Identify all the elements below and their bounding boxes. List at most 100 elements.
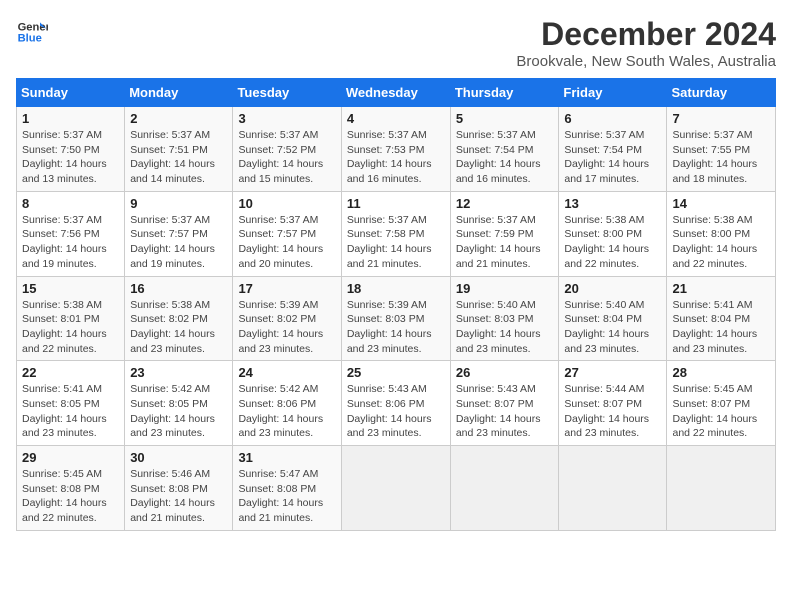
- day-detail: Sunrise: 5:38 AMSunset: 8:02 PMDaylight:…: [130, 298, 227, 357]
- calendar-title: December 2024: [516, 16, 776, 53]
- calendar-cell: 18Sunrise: 5:39 AMSunset: 8:03 PMDayligh…: [341, 276, 450, 361]
- day-number: 6: [564, 111, 661, 126]
- day-detail: Sunrise: 5:39 AMSunset: 8:02 PMDaylight:…: [238, 298, 335, 357]
- day-detail: Sunrise: 5:45 AMSunset: 8:07 PMDaylight:…: [672, 382, 770, 441]
- day-detail: Sunrise: 5:40 AMSunset: 8:04 PMDaylight:…: [564, 298, 661, 357]
- day-detail: Sunrise: 5:47 AMSunset: 8:08 PMDaylight:…: [238, 467, 335, 526]
- header-thursday: Thursday: [450, 79, 559, 107]
- calendar-cell: 13 Sunrise: 5:38 AMSunset: 8:00 PMDayligh…: [559, 191, 667, 276]
- header-tuesday: Tuesday: [233, 79, 341, 107]
- calendar-cell: [667, 446, 776, 531]
- calendar-cell: 30Sunrise: 5:46 AMSunset: 8:08 PMDayligh…: [125, 446, 233, 531]
- day-number: 15: [22, 281, 119, 296]
- logo: General Blue: [16, 16, 48, 48]
- calendar-header: Sunday Monday Tuesday Wednesday Thursday…: [17, 79, 776, 107]
- header-monday: Monday: [125, 79, 233, 107]
- header: General Blue December 2024 Brookvale, Ne…: [16, 16, 776, 70]
- header-sunday: Sunday: [17, 79, 125, 107]
- day-number: 20: [564, 281, 661, 296]
- calendar-cell: 1Sunrise: 5:37 AMSunset: 7:50 PMDaylight…: [17, 107, 125, 192]
- day-number: 26: [456, 365, 554, 380]
- day-detail: Sunrise: 5:37 AMSunset: 7:52 PMDaylight:…: [238, 128, 335, 187]
- day-number: 31: [238, 450, 335, 465]
- calendar-table: Sunday Monday Tuesday Wednesday Thursday…: [16, 78, 776, 531]
- calendar-cell: 31 Sunrise: 5:47 AMSunset: 8:08 PMDayligh…: [233, 446, 341, 531]
- calendar-cell: 20 Sunrise: 5:40 AMSunset: 8:04 PMDayligh…: [559, 276, 667, 361]
- calendar-cell: [559, 446, 667, 531]
- calendar-cell: 10 Sunrise: 5:37 AMSunset: 7:57 PMDayligh…: [233, 191, 341, 276]
- calendar-cell: 17 Sunrise: 5:39 AMSunset: 8:02 PMDayligh…: [233, 276, 341, 361]
- svg-text:General: General: [18, 21, 48, 33]
- day-detail: Sunrise: 5:46 AMSunset: 8:08 PMDaylight:…: [130, 467, 227, 526]
- calendar-cell: 28Sunrise: 5:45 AMSunset: 8:07 PMDayligh…: [667, 361, 776, 446]
- day-detail: Sunrise: 5:38 AMSunset: 8:00 PMDaylight:…: [672, 213, 770, 272]
- calendar-cell: 3 Sunrise: 5:37 AMSunset: 7:52 PMDaylight…: [233, 107, 341, 192]
- day-number: 27: [564, 365, 661, 380]
- day-detail: Sunrise: 5:42 AMSunset: 8:06 PMDaylight:…: [238, 382, 335, 441]
- calendar-cell: 4Sunrise: 5:37 AMSunset: 7:53 PMDaylight…: [341, 107, 450, 192]
- day-number: 23: [130, 365, 227, 380]
- day-number: 22: [22, 365, 119, 380]
- day-detail: Sunrise: 5:41 AMSunset: 8:04 PMDaylight:…: [672, 298, 770, 357]
- day-detail: Sunrise: 5:37 AMSunset: 7:56 PMDaylight:…: [22, 213, 119, 272]
- calendar-cell: 9 Sunrise: 5:37 AMSunset: 7:57 PMDaylight…: [125, 191, 233, 276]
- day-detail: Sunrise: 5:37 AMSunset: 7:59 PMDaylight:…: [456, 213, 554, 272]
- calendar-cell: 6 Sunrise: 5:37 AMSunset: 7:54 PMDaylight…: [559, 107, 667, 192]
- calendar-cell: 25 Sunrise: 5:43 AMSunset: 8:06 PMDayligh…: [341, 361, 450, 446]
- calendar-week-1: 1Sunrise: 5:37 AMSunset: 7:50 PMDaylight…: [17, 107, 776, 192]
- calendar-cell: 21 Sunrise: 5:41 AMSunset: 8:04 PMDayligh…: [667, 276, 776, 361]
- day-number: 11: [347, 196, 445, 211]
- day-number: 10: [238, 196, 335, 211]
- calendar-cell: 24 Sunrise: 5:42 AMSunset: 8:06 PMDayligh…: [233, 361, 341, 446]
- day-number: 4: [347, 111, 445, 126]
- header-wednesday: Wednesday: [341, 79, 450, 107]
- day-number: 9: [130, 196, 227, 211]
- calendar-cell: 15 Sunrise: 5:38 AMSunset: 8:01 PMDayligh…: [17, 276, 125, 361]
- calendar-cell: [450, 446, 559, 531]
- day-detail: Sunrise: 5:38 AMSunset: 8:01 PMDaylight:…: [22, 298, 119, 357]
- svg-text:Blue: Blue: [18, 33, 42, 45]
- day-detail: Sunrise: 5:37 AMSunset: 7:55 PMDaylight:…: [672, 128, 770, 187]
- day-number: 18: [347, 281, 445, 296]
- day-detail: Sunrise: 5:37 AMSunset: 7:57 PMDaylight:…: [130, 213, 227, 272]
- day-detail: Sunrise: 5:40 AMSunset: 8:03 PMDaylight:…: [456, 298, 554, 357]
- day-detail: Sunrise: 5:37 AMSunset: 7:57 PMDaylight:…: [238, 213, 335, 272]
- calendar-cell: 27Sunrise: 5:44 AMSunset: 8:07 PMDayligh…: [559, 361, 667, 446]
- calendar-week-2: 8Sunrise: 5:37 AMSunset: 7:56 PMDaylight…: [17, 191, 776, 276]
- day-detail: Sunrise: 5:37 AMSunset: 7:58 PMDaylight:…: [347, 213, 445, 272]
- calendar-subtitle: Brookvale, New South Wales, Australia: [516, 53, 776, 70]
- day-detail: Sunrise: 5:41 AMSunset: 8:05 PMDaylight:…: [22, 382, 119, 441]
- day-number: 3: [238, 111, 335, 126]
- day-number: 5: [456, 111, 554, 126]
- day-number: 17: [238, 281, 335, 296]
- calendar-cell: 16 Sunrise: 5:38 AMSunset: 8:02 PMDayligh…: [125, 276, 233, 361]
- day-detail: Sunrise: 5:45 AMSunset: 8:08 PMDaylight:…: [22, 467, 119, 526]
- day-number: 29: [22, 450, 119, 465]
- day-number: 1: [22, 111, 119, 126]
- calendar-week-5: 29 Sunrise: 5:45 AMSunset: 8:08 PMDayligh…: [17, 446, 776, 531]
- day-detail: Sunrise: 5:38 AMSunset: 8:00 PMDaylight:…: [564, 213, 661, 272]
- calendar-cell: 22 Sunrise: 5:41 AMSunset: 8:05 PMDayligh…: [17, 361, 125, 446]
- calendar-cell: 8Sunrise: 5:37 AMSunset: 7:56 PMDaylight…: [17, 191, 125, 276]
- day-detail: Sunrise: 5:37 AMSunset: 7:54 PMDaylight:…: [564, 128, 661, 187]
- day-number: 21: [672, 281, 770, 296]
- day-number: 14: [672, 196, 770, 211]
- title-area: December 2024 Brookvale, New South Wales…: [516, 16, 776, 70]
- calendar-cell: 12Sunrise: 5:37 AMSunset: 7:59 PMDayligh…: [450, 191, 559, 276]
- day-number: 24: [238, 365, 335, 380]
- calendar-cell: [341, 446, 450, 531]
- day-detail: Sunrise: 5:42 AMSunset: 8:05 PMDaylight:…: [130, 382, 227, 441]
- day-detail: Sunrise: 5:43 AMSunset: 8:06 PMDaylight:…: [347, 382, 445, 441]
- calendar-week-4: 22 Sunrise: 5:41 AMSunset: 8:05 PMDayligh…: [17, 361, 776, 446]
- day-detail: Sunrise: 5:37 AMSunset: 7:54 PMDaylight:…: [456, 128, 554, 187]
- day-number: 16: [130, 281, 227, 296]
- calendar-body: 1Sunrise: 5:37 AMSunset: 7:50 PMDaylight…: [17, 107, 776, 531]
- header-saturday: Saturday: [667, 79, 776, 107]
- calendar-cell: 14 Sunrise: 5:38 AMSunset: 8:00 PMDayligh…: [667, 191, 776, 276]
- day-number: 25: [347, 365, 445, 380]
- day-number: 13: [564, 196, 661, 211]
- calendar-cell: 5 Sunrise: 5:37 AMSunset: 7:54 PMDaylight…: [450, 107, 559, 192]
- calendar-cell: 19Sunrise: 5:40 AMSunset: 8:03 PMDayligh…: [450, 276, 559, 361]
- day-number: 7: [672, 111, 770, 126]
- header-friday: Friday: [559, 79, 667, 107]
